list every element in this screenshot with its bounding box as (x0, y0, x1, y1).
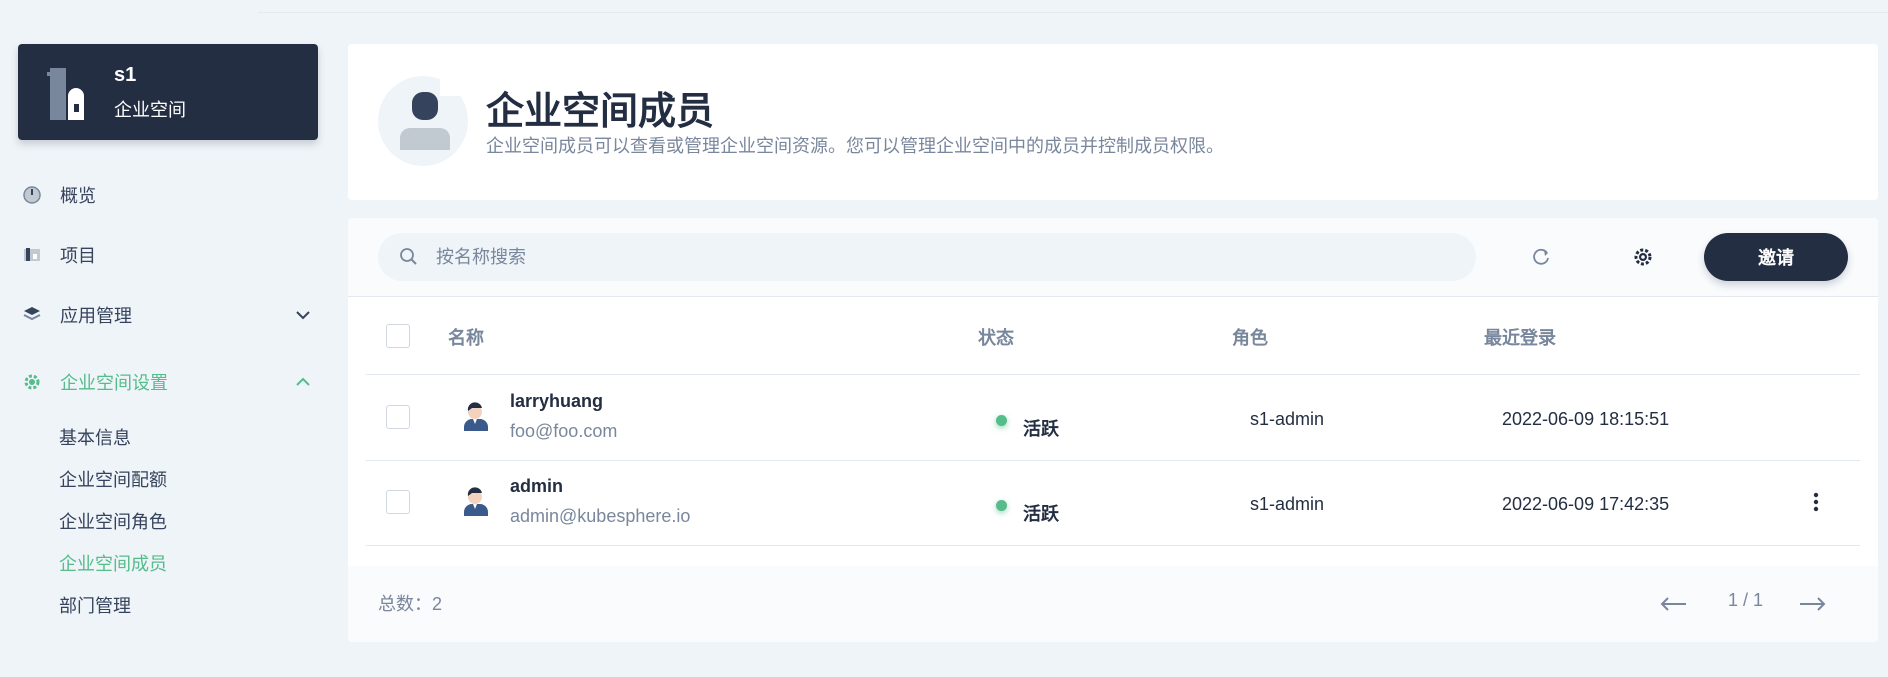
column-header-name[interactable]: 名称 (448, 324, 484, 350)
status-dot-icon (996, 414, 1007, 426)
members-table-card: 邀请 名称 状态 角色 最近登录 larryhuang foo@foo.com … (348, 218, 1878, 642)
top-divider (258, 12, 1888, 13)
more-options-icon[interactable] (1806, 490, 1826, 514)
status-text: 活跃 (1023, 504, 1059, 524)
appstore-icon (20, 303, 44, 327)
page-title: 企业空间成员 (486, 91, 715, 133)
table-footer: 总数：2 1 / 1 (348, 566, 1878, 642)
user-name[interactable]: admin (510, 476, 563, 497)
subitem-workspace-members[interactable]: 企业空间成员 (59, 550, 167, 576)
column-header-role[interactable]: 角色 (1232, 324, 1268, 350)
user-role: s1-admin (1250, 409, 1325, 429)
sidebar-item-label: 概览 (60, 186, 96, 206)
table-row[interactable]: admin admin@kubesphere.io 活跃 s1-admin 20… (366, 460, 1860, 546)
user-role: s1-admin (1250, 494, 1325, 514)
search-box[interactable] (378, 233, 1476, 281)
arrow-left-icon[interactable] (1658, 594, 1688, 614)
last-login: 2022-06-09 17:42:35 (1502, 494, 1670, 514)
column-header-status[interactable]: 状态 (978, 324, 1014, 350)
workspace-card[interactable]: s1 企业空间 (18, 44, 318, 140)
table-header: 名称 状态 角色 最近登录 (366, 296, 1860, 375)
row-checkbox[interactable] (386, 405, 410, 429)
page-description: 企业空间成员可以查看或管理企业空间资源。您可以管理企业空间中的成员并控制成员权限… (486, 136, 1224, 156)
refresh-icon[interactable] (1528, 244, 1554, 270)
sidebar-item-app-management[interactable]: 应用管理 (20, 300, 320, 330)
arrow-right-icon[interactable] (1798, 594, 1828, 614)
last-login: 2022-06-09 18:15:51 (1502, 409, 1670, 429)
row-checkbox[interactable] (386, 490, 410, 514)
page-header-card: 企业空间成员 企业空间成员可以查看或管理企业空间资源。您可以管理企业空间中的成员… (348, 44, 1878, 200)
workspace-name: s1 (114, 64, 137, 86)
subitem-workspace-quota[interactable]: 企业空间配额 (59, 466, 167, 492)
status-badge: 活跃 (996, 407, 1059, 439)
sidebar-item-label: 项目 (60, 246, 96, 266)
total-count: 总数：2 (378, 594, 443, 614)
settings-icon[interactable] (1630, 244, 1656, 270)
chevron-down-icon (296, 311, 310, 320)
page-indicator: 1 / 1 (1728, 590, 1764, 610)
user-avatar-icon (464, 402, 488, 431)
select-all-checkbox[interactable] (386, 324, 410, 348)
table-toolbar: 邀请 (348, 218, 1878, 297)
status-text: 活跃 (1023, 419, 1059, 439)
dashboard-icon (20, 183, 44, 207)
table-row[interactable]: larryhuang foo@foo.com 活跃 s1-admin 2022-… (366, 375, 1860, 461)
status-dot-icon (996, 499, 1007, 511)
user-avatar-icon (464, 487, 488, 516)
gear-icon (20, 370, 44, 394)
project-icon (20, 243, 44, 267)
workspace-type: 企业空间 (114, 100, 186, 120)
sidebar-item-overview[interactable]: 概览 (20, 180, 320, 210)
user-email: admin@kubesphere.io (510, 506, 691, 526)
enterprise-icon (47, 68, 84, 120)
user-email: foo@foo.com (510, 421, 618, 441)
chevron-up-icon (296, 377, 310, 386)
user-name[interactable]: larryhuang (510, 391, 603, 412)
sidebar-item-projects[interactable]: 项目 (20, 240, 320, 270)
status-badge: 活跃 (996, 492, 1059, 524)
search-input[interactable] (434, 245, 1338, 269)
sidebar-item-label: 企业空间设置 (60, 373, 168, 393)
subitem-workspace-roles[interactable]: 企业空间角色 (59, 508, 167, 534)
subitem-basic-info[interactable]: 基本信息 (59, 424, 131, 450)
member-avatar-icon (378, 76, 468, 166)
subitem-department-management[interactable]: 部门管理 (59, 592, 131, 618)
invite-button[interactable]: 邀请 (1704, 233, 1848, 281)
sidebar-item-label: 应用管理 (60, 306, 132, 326)
sidebar-item-workspace-settings[interactable]: 企业空间设置 (20, 367, 320, 397)
search-icon (400, 248, 417, 265)
column-header-last-login[interactable]: 最近登录 (1484, 324, 1556, 350)
